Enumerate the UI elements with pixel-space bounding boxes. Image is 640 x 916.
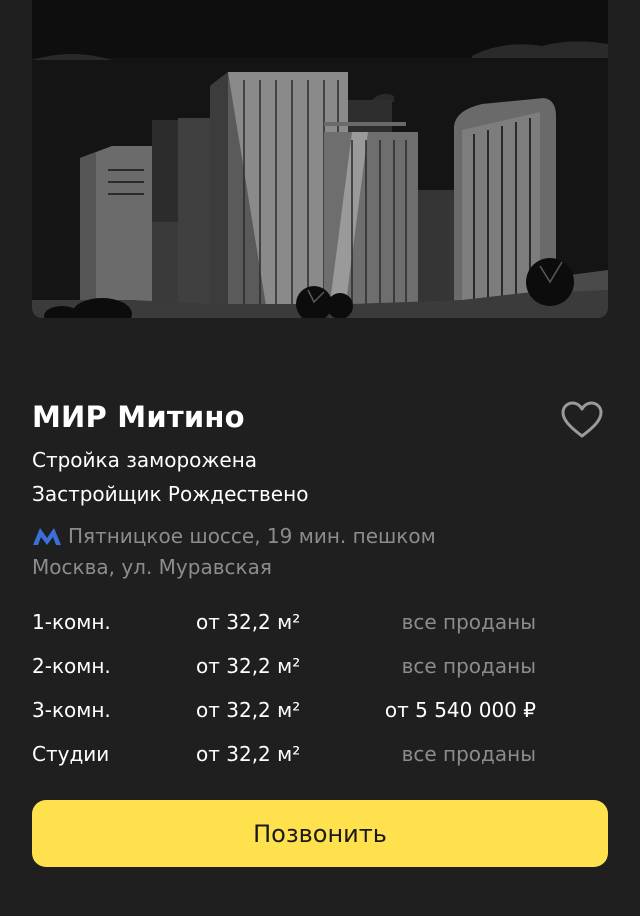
favorite-button[interactable] xyxy=(560,400,604,440)
metro-m-icon xyxy=(32,525,62,547)
apartment-row[interactable]: Студии от 32,2 м² все проданы xyxy=(32,738,608,782)
apartment-row[interactable]: 2-комн. от 32,2 м² все проданы xyxy=(32,650,608,694)
apartment-row[interactable]: 1-комн. от 32,2 м² все проданы xyxy=(32,606,608,650)
apartment-area: от 32,2 м² xyxy=(196,610,301,634)
developer-name: Застройщик Рождествено xyxy=(32,482,309,506)
apartment-type: 1-комн. xyxy=(32,610,111,634)
apartment-price: от 5 540 000 ₽ xyxy=(384,698,536,722)
apartment-list: 1-комн. от 32,2 м² все проданы 2-комн. о… xyxy=(32,606,608,782)
metro-text: Пятницкое шоссе, 19 мин. пешком xyxy=(68,524,436,548)
address: Москва, ул. Муравская xyxy=(32,555,272,579)
apartment-row[interactable]: 3-комн. от 32,2 м² от 5 540 000 ₽ xyxy=(32,694,608,738)
complex-card[interactable]: МИР Митино Стройка заморожена Застройщик… xyxy=(0,0,640,916)
apartment-type: 3-комн. xyxy=(32,698,111,722)
apartment-price: все проданы xyxy=(401,610,536,634)
metro-station: Пятницкое шоссе, 19 мин. пешком xyxy=(32,524,436,548)
complex-illustration xyxy=(32,0,608,318)
apartment-area: от 32,2 м² xyxy=(196,654,301,678)
apartment-type: Студии xyxy=(32,742,110,766)
apartment-type: 2-комн. xyxy=(32,654,111,678)
heart-outline-icon[interactable] xyxy=(560,400,604,440)
complex-title: МИР Митино xyxy=(32,400,245,434)
apartment-area: от 32,2 м² xyxy=(196,742,301,766)
apartment-price: все проданы xyxy=(401,742,536,766)
apartment-price: все проданы xyxy=(401,654,536,678)
apartment-area: от 32,2 м² xyxy=(196,698,301,722)
call-button[interactable]: Позвонить xyxy=(32,800,608,867)
construction-status: Стройка заморожена xyxy=(32,448,258,472)
